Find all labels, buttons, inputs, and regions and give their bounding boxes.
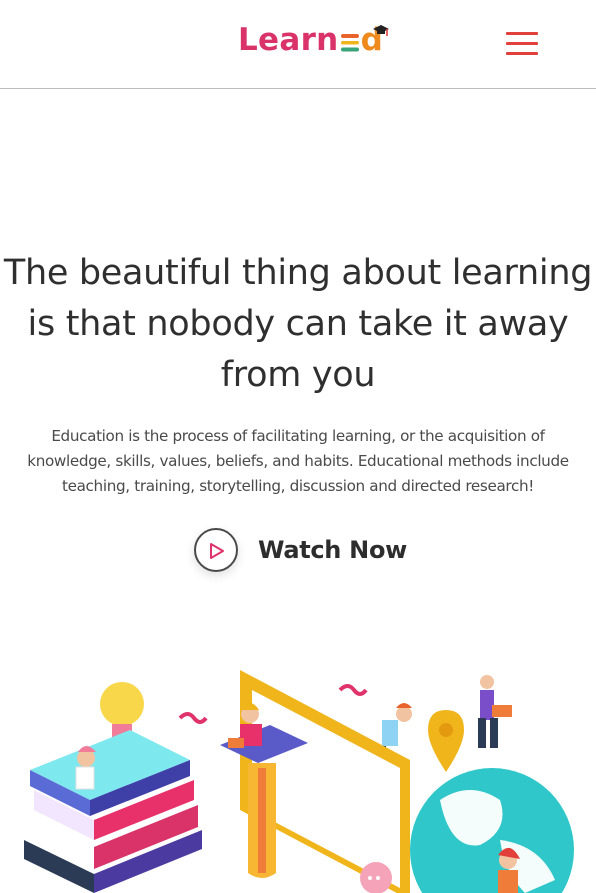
description-line-3: teaching, training, storytelling, discus… [62, 477, 534, 495]
play-button-circle[interactable] [194, 528, 238, 572]
hero-headline: The beautiful thing about learning is th… [0, 248, 596, 401]
hero-description: Education is the process of facilitating… [10, 424, 586, 499]
menu-bar [506, 52, 538, 55]
menu-bar [506, 32, 538, 35]
chat-bubble [360, 862, 392, 893]
graduation-cap-icon [373, 25, 389, 36]
map-pin [428, 710, 464, 772]
site-header: Learn d [0, 0, 596, 89]
menu-bar [506, 42, 538, 45]
headline-line-3: from you [220, 355, 376, 395]
education-isometric-illustration [24, 670, 574, 893]
hamburger-menu-button[interactable] [506, 32, 540, 56]
logo[interactable]: Learn d [238, 22, 383, 58]
watch-now-label: Watch Now [258, 536, 407, 564]
logo-text-learn: Learn [238, 22, 339, 58]
description-line-1: Education is the process of facilitating… [51, 427, 545, 445]
headline-line-1: The beautiful thing about learning [3, 253, 593, 293]
play-icon [210, 543, 224, 559]
watch-now-button[interactable]: Watch Now [194, 525, 407, 575]
headline-line-2: is that nobody can take it away [27, 304, 569, 344]
lightbulb [100, 682, 144, 726]
logo-e-books-icon [340, 34, 359, 52]
description-line-2: knowledge, skills, values, beliefs, and … [27, 452, 569, 470]
